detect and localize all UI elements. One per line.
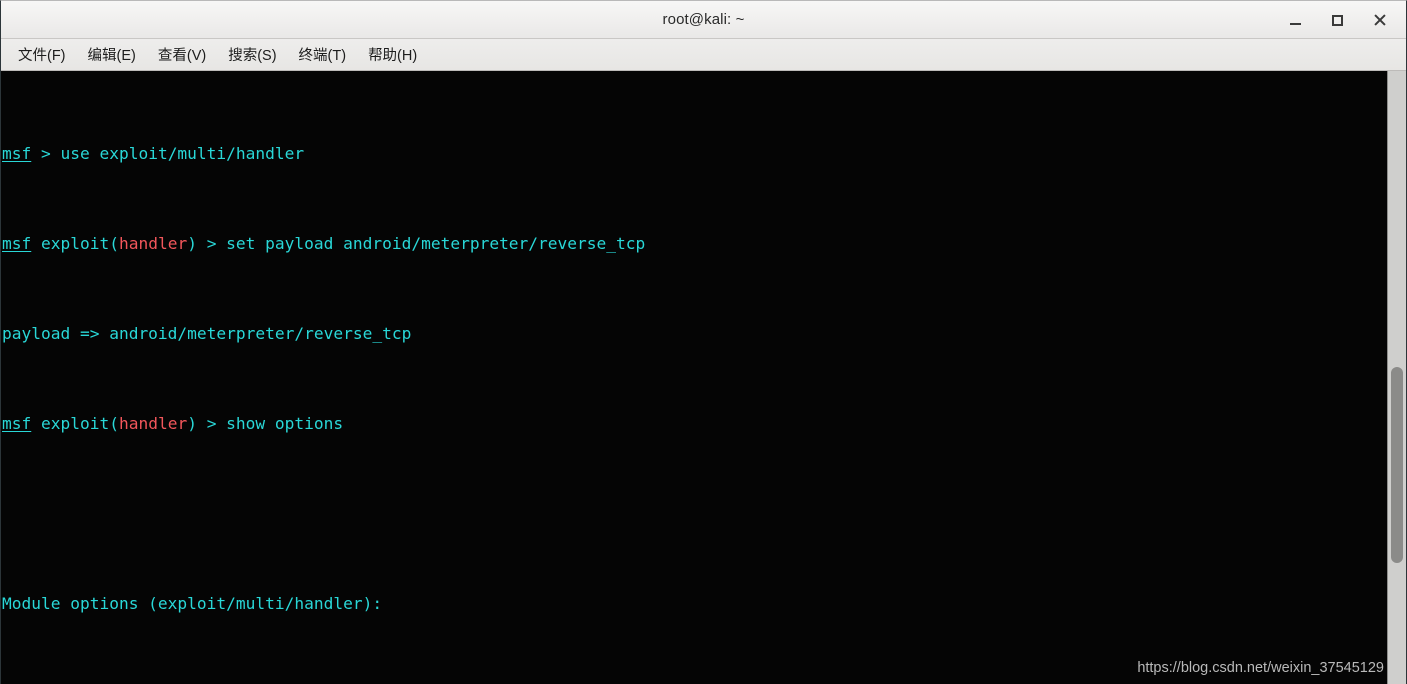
terminal-line-set-payload: msf exploit(handler) > set payload andro…	[2, 233, 1387, 256]
menu-item-help[interactable]: 帮助(H)	[357, 41, 428, 68]
minimize-button[interactable]	[1274, 3, 1316, 37]
msf-prompt-label: msf	[2, 143, 32, 163]
terminal-window: root@kali: ~ 文件(F) 编辑(E) 查看(V) 搜索(S) 终端(…	[0, 0, 1407, 684]
menu-item-terminal[interactable]: 终端(T)	[288, 41, 358, 68]
line-text: Module options (exploit/multi/handler):	[2, 593, 383, 613]
terminal-output[interactable]: msf > use exploit/multi/handler msf expl…	[1, 71, 1387, 684]
msf-prompt-label: msf	[2, 413, 32, 433]
line-text: payload => android/meterpreter/reverse_t…	[2, 323, 412, 343]
maximize-button[interactable]	[1316, 3, 1358, 37]
module-name-label: handler	[118, 233, 188, 253]
menu-item-view[interactable]: 查看(V)	[147, 41, 217, 68]
terminal-line-use-handler: msf > use exploit/multi/handler	[2, 143, 1387, 166]
menu-item-edit[interactable]: 编辑(E)	[77, 41, 147, 68]
menu-item-search[interactable]: 搜索(S)	[217, 41, 287, 68]
msf-prompt-label: msf	[2, 233, 32, 253]
title-bar: root@kali: ~	[1, 1, 1406, 39]
line-text: exploit(	[31, 413, 119, 433]
terminal-line-payload-echo: payload => android/meterpreter/reverse_t…	[2, 323, 1387, 346]
line-text: exploit(	[31, 233, 119, 253]
close-button[interactable]	[1358, 3, 1400, 37]
menu-item-file[interactable]: 文件(F)	[7, 41, 77, 68]
window-controls	[1274, 1, 1400, 39]
terminal-line-module-options-title: Module options (exploit/multi/handler):	[2, 593, 1387, 616]
menu-bar: 文件(F) 编辑(E) 查看(V) 搜索(S) 终端(T) 帮助(H)	[1, 39, 1406, 71]
window-title: root@kali: ~	[662, 11, 745, 28]
terminal-area: msf > use exploit/multi/handler msf expl…	[1, 71, 1406, 684]
close-icon	[1373, 14, 1386, 27]
minimize-icon	[1289, 23, 1301, 25]
terminal-scrollbar[interactable]	[1387, 71, 1406, 684]
terminal-line-show-options: msf exploit(handler) > show options	[2, 413, 1387, 436]
scrollbar-thumb[interactable]	[1391, 367, 1403, 563]
module-name-label: handler	[118, 413, 188, 433]
line-text: ) > set payload android/meterpreter/reve…	[187, 233, 646, 253]
line-text: ) > show options	[187, 413, 344, 433]
maximize-icon	[1331, 14, 1343, 26]
line-text: > use exploit/multi/handler	[31, 143, 305, 163]
